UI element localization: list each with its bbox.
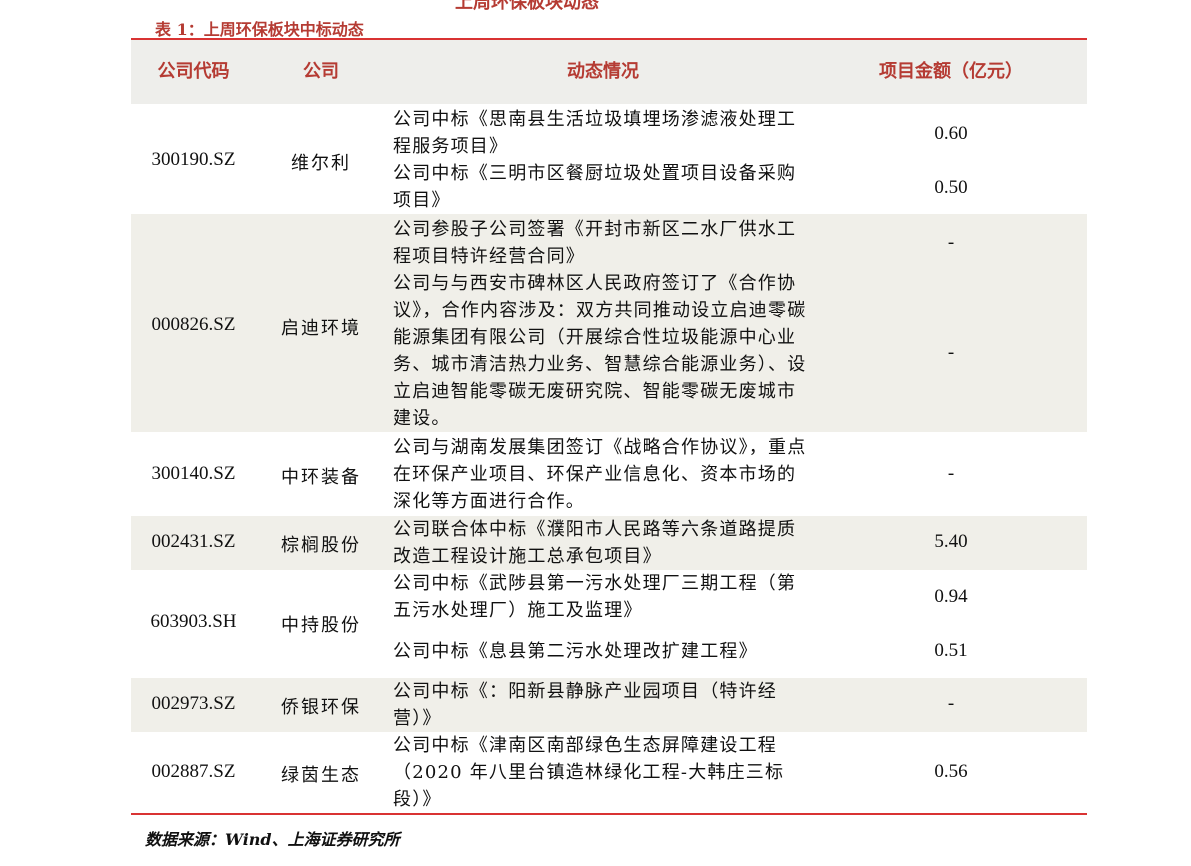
company-code: 002973.SZ [151, 693, 236, 714]
company-name: 中持股份 [281, 615, 361, 636]
project-amount: - [947, 232, 955, 253]
table-row: 603903.SH 中持股份 公司中标《武陟县第一污水处理厂三期工程（第五污水处… [131, 570, 1087, 678]
company-name: 绿茵生态 [281, 765, 361, 786]
event-description: 公司参股子公司签署《开封市新区二水厂供水工程项目特许经营合同》 [393, 219, 797, 267]
header-company: 公司 [303, 61, 339, 82]
event-description: 公司中标《：阳新县静脉产业园项目（特许经营）》 [393, 681, 777, 729]
event-description: 公司中标《三明市区餐厨垃圾处置项目设备采购项目》 [393, 163, 797, 211]
table-row: 002431.SZ 棕榈股份 公司联合体中标《濮阳市人民路等六条道路提质改造工程… [131, 516, 1087, 570]
event-description: 公司与湖南发展集团签订《战略合作协议》，重点在环保产业项目、环保产业信息化、资本… [393, 437, 807, 512]
company-name: 侨银环保 [281, 697, 361, 718]
event-description: 公司中标《津南区南部绿色生态屏障建设工程（2020 年八里台镇造林绿化工程-大韩… [393, 735, 785, 810]
event-description: 公司中标《息县第二污水处理改扩建工程》 [393, 641, 758, 662]
event-description: 公司联合体中标《濮阳市人民路等六条道路提质改造工程设计施工总承包项目》 [393, 519, 797, 567]
event-description: 公司中标《武陟县第一污水处理厂三期工程（第五污水处理厂）施工及监理》 [393, 573, 797, 621]
header-code: 公司代码 [157, 61, 230, 82]
table-row: 000826.SZ 启迪环境 公司参股子公司签署《开封市新区二水厂供水工程项目特… [131, 214, 1087, 432]
company-code: 603903.SH [150, 611, 237, 632]
project-amount: 5.40 [934, 531, 968, 552]
company-name: 中环装备 [281, 467, 361, 488]
company-code: 000826.SZ [151, 314, 236, 335]
event-description: 公司与与西安市碑林区人民政府签订了《合作协议》，合作内容涉及：双方共同推动设立启… [393, 273, 807, 429]
table-bottom-rule [131, 813, 1087, 815]
project-amount: 0.50 [934, 177, 968, 198]
company-code: 002887.SZ [151, 761, 236, 782]
header-amount: 项目金额（亿元） [879, 61, 1023, 82]
table-row: 002973.SZ 侨银环保 公司中标《：阳新县静脉产业园项目（特许经营）》 - [131, 678, 1087, 732]
event-description: 公司中标《思南县生活垃圾填埋场渗滤液处理工程服务项目》 [393, 109, 797, 157]
project-amount: 0.51 [934, 640, 968, 661]
company-code: 002431.SZ [151, 531, 236, 552]
company-code: 300140.SZ [151, 463, 236, 484]
company-name: 维尔利 [291, 153, 351, 174]
table-row: 300190.SZ 维尔利 公司中标《思南县生活垃圾填埋场渗滤液处理工程服务项目… [131, 104, 1087, 214]
table-title: 表 1：上周环保板块中标动态 [155, 20, 364, 39]
project-amount: 0.60 [934, 123, 968, 144]
company-name: 棕榈股份 [281, 535, 361, 556]
table-row: 300140.SZ 中环装备 公司与湖南发展集团签订《战略合作协议》，重点在环保… [131, 432, 1087, 516]
table-header: 公司代码 公司 动态情况 项目金额（亿元） [131, 40, 1087, 104]
header-desc: 动态情况 [567, 61, 639, 82]
project-amount: - [947, 693, 955, 714]
project-amount: 0.94 [934, 586, 968, 607]
project-amount: 0.56 [934, 761, 968, 782]
company-name: 启迪环境 [281, 318, 361, 339]
table-row: 002887.SZ 绿茵生态 公司中标《津南区南部绿色生态屏障建设工程（2020… [131, 732, 1087, 813]
project-amount: - [947, 342, 955, 363]
data-source-note: 数据来源：Wind、上海证券研究所 [145, 830, 400, 849]
top-caption: 上周环保板块动态 [455, 0, 599, 13]
project-amount: - [947, 463, 955, 484]
company-code: 300190.SZ [151, 149, 236, 170]
